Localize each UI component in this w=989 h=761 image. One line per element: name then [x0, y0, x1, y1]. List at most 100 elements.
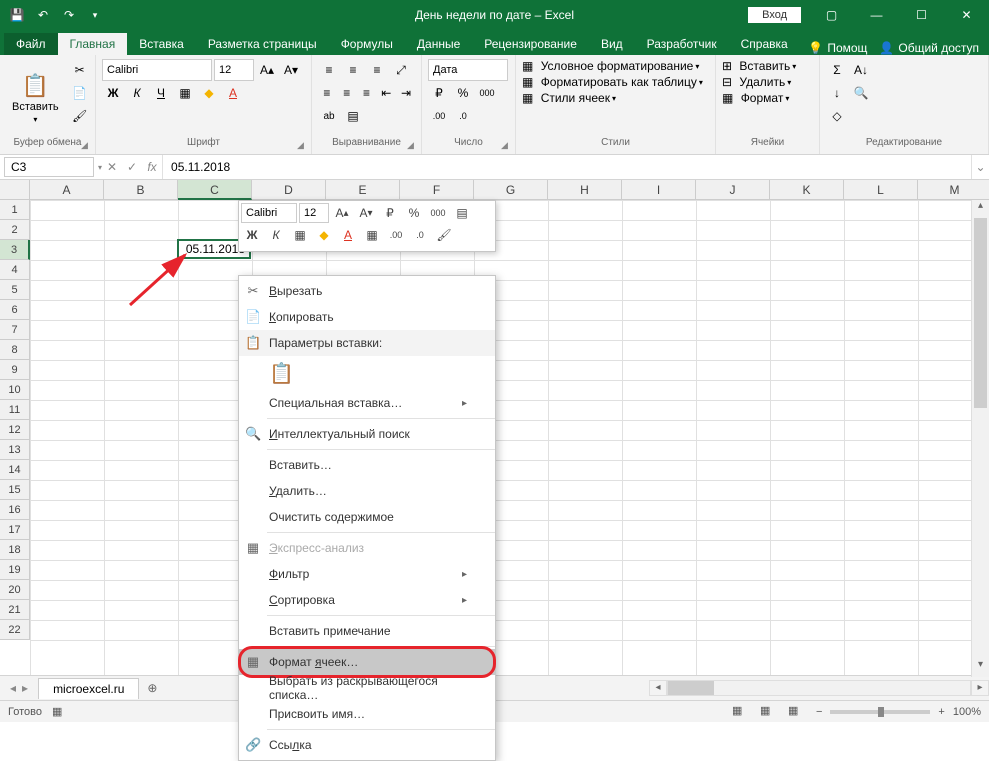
sheet-nav-prev-icon[interactable]: ◂ — [10, 681, 16, 695]
maximize-icon[interactable]: ☐ — [899, 0, 944, 30]
col-header-A[interactable]: A — [30, 180, 104, 200]
cm-cut[interactable]: ✂Вырезать — [239, 278, 495, 304]
cm-insert-comment[interactable]: Вставить примечание — [239, 618, 495, 644]
cm-link[interactable]: 🔗Ссылка — [239, 732, 495, 758]
bold-button[interactable]: Ж — [102, 82, 124, 104]
hscroll-right-icon[interactable]: ▸ — [971, 680, 989, 696]
cm-copy[interactable]: 📄Копировать — [239, 304, 495, 330]
comma-icon[interactable]: 000 — [476, 82, 498, 104]
col-header-B[interactable]: B — [104, 180, 178, 200]
col-header-E[interactable]: E — [326, 180, 400, 200]
cm-format-cells[interactable]: ▦ Формат ячеек… — [239, 649, 495, 675]
copy-icon[interactable]: 📄 — [69, 82, 91, 104]
mini-grow-font-icon[interactable]: A▴ — [331, 203, 353, 223]
col-header-I[interactable]: I — [622, 180, 696, 200]
macro-record-icon[interactable]: ▦ — [52, 705, 62, 718]
mini-borders-icon[interactable]: ▦ — [361, 225, 383, 245]
row-header-12[interactable]: 12 — [0, 420, 30, 440]
mini-size-combo[interactable]: 12 — [299, 203, 329, 223]
view-page-layout-icon[interactable]: ▦ — [760, 704, 780, 720]
row-header-8[interactable]: 8 — [0, 340, 30, 360]
col-header-D[interactable]: D — [252, 180, 326, 200]
font-color-icon[interactable]: А — [222, 82, 244, 104]
tab-layout[interactable]: Разметка страницы — [196, 33, 329, 55]
tell-me[interactable]: 💡 Помощ — [808, 41, 867, 55]
align-bottom-icon[interactable]: ≡ — [366, 59, 388, 81]
format-as-table-button[interactable]: ▦ Форматировать как таблицу ▾ — [522, 75, 709, 89]
zoom-slider[interactable] — [830, 710, 930, 714]
zoom-in-icon[interactable]: + — [938, 706, 944, 718]
save-icon[interactable]: 💾 — [6, 4, 28, 26]
mini-italic-button[interactable]: К — [265, 225, 287, 245]
col-header-L[interactable]: L — [844, 180, 918, 200]
scroll-down-icon[interactable]: ▾ — [972, 659, 989, 677]
col-header-J[interactable]: J — [696, 180, 770, 200]
find-icon[interactable]: 🔍 — [850, 82, 872, 104]
row-header-15[interactable]: 15 — [0, 480, 30, 500]
percent-icon[interactable]: % — [452, 82, 474, 104]
hscroll-thumb[interactable] — [668, 681, 714, 695]
sheet-nav-next-icon[interactable]: ▸ — [22, 681, 28, 695]
cells-area[interactable]: 05.11.2018 — [30, 200, 989, 675]
cell-styles-button[interactable]: ▦ Стили ячеек ▾ — [522, 91, 709, 105]
mini-currency-icon[interactable]: ₽ — [379, 203, 401, 223]
underline-button[interactable]: Ч — [150, 82, 172, 104]
cm-filter[interactable]: Фильтр▸ — [239, 561, 495, 587]
close-icon[interactable]: ✕ — [944, 0, 989, 30]
mini-bold-button[interactable]: Ж — [241, 225, 263, 245]
row-header-10[interactable]: 10 — [0, 380, 30, 400]
format-cells-button[interactable]: ▦ Формат ▾ — [722, 91, 813, 105]
font-name-combo[interactable]: Calibri — [102, 59, 212, 81]
sort-filter-icon[interactable]: A↓ — [850, 59, 872, 81]
row-header-1[interactable]: 1 — [0, 200, 30, 220]
mini-merge-icon[interactable]: ▤ — [451, 203, 473, 223]
mini-font-combo[interactable]: Calibri — [241, 203, 297, 223]
number-format-combo[interactable]: Дата — [428, 59, 508, 81]
mini-format-painter-icon[interactable]: 🖌 — [433, 225, 455, 245]
zoom-out-icon[interactable]: − — [816, 706, 822, 718]
zoom-level[interactable]: 100% — [953, 706, 981, 718]
number-launcher-icon[interactable]: ◢ — [501, 140, 513, 152]
cm-smart-lookup[interactable]: 🔍Интеллектуальный поиск — [239, 421, 495, 447]
align-top-icon[interactable]: ≡ — [318, 59, 340, 81]
clipboard-launcher-icon[interactable]: ◢ — [81, 140, 93, 152]
cm-paste-default[interactable]: 📋 — [239, 356, 495, 390]
font-size-combo[interactable]: 12 — [214, 59, 254, 81]
tab-developer[interactable]: Разработчик — [635, 33, 729, 55]
tab-file[interactable]: Файл — [4, 33, 58, 55]
row-header-11[interactable]: 11 — [0, 400, 30, 420]
add-sheet-icon[interactable]: ⊕ — [139, 681, 165, 695]
tab-home[interactable]: Главная — [58, 33, 128, 55]
col-header-G[interactable]: G — [474, 180, 548, 200]
row-header-21[interactable]: 21 — [0, 600, 30, 620]
scroll-thumb[interactable] — [974, 218, 987, 408]
hscroll-left-icon[interactable]: ◂ — [649, 680, 667, 696]
row-header-6[interactable]: 6 — [0, 300, 30, 320]
decrease-decimal-icon[interactable]: .0 — [452, 105, 474, 127]
qat-customize-icon[interactable]: ▾ — [84, 4, 106, 26]
row-header-13[interactable]: 13 — [0, 440, 30, 460]
cm-define-name[interactable]: Присвоить имя… — [239, 701, 495, 727]
mini-border-icon[interactable]: ▦ — [289, 225, 311, 245]
tab-review[interactable]: Рецензирование — [472, 33, 589, 55]
name-box[interactable]: C3 — [4, 157, 94, 177]
autosum-icon[interactable]: Σ — [826, 59, 848, 81]
wrap-text-icon[interactable]: ab — [318, 105, 340, 127]
login-button[interactable]: Вход — [748, 7, 801, 23]
shrink-font-icon[interactable]: A▾ — [280, 59, 302, 81]
grow-font-icon[interactable]: A▴ — [256, 59, 278, 81]
italic-button[interactable]: К — [126, 82, 148, 104]
view-page-break-icon[interactable]: ▦ — [788, 704, 808, 720]
merge-icon[interactable]: ▤ — [342, 105, 364, 127]
row-header-14[interactable]: 14 — [0, 460, 30, 480]
enter-formula-icon[interactable]: ✓ — [122, 160, 142, 174]
share-button[interactable]: 👤 Общий доступ — [879, 41, 979, 55]
clear-icon[interactable]: ◇ — [826, 105, 848, 127]
mini-dec-decimal-icon[interactable]: .0 — [409, 225, 431, 245]
fill-icon[interactable]: ↓ — [826, 82, 848, 104]
row-header-22[interactable]: 22 — [0, 620, 30, 640]
mini-font-color-icon[interactable]: А — [337, 225, 359, 245]
col-header-C[interactable]: C — [178, 180, 252, 200]
fx-icon[interactable]: fx — [142, 160, 162, 174]
cm-clear[interactable]: Очистить содержимое — [239, 504, 495, 530]
